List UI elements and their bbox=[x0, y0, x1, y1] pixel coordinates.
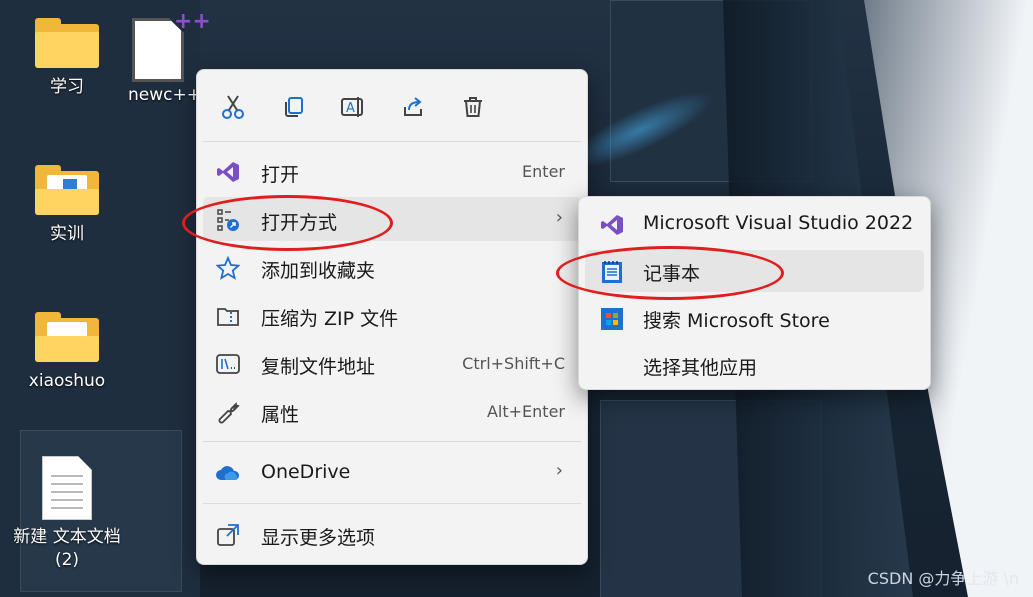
submenu-item-store[interactable]: 搜索 Microsoft Store bbox=[585, 297, 924, 339]
chevron-right-icon: › bbox=[555, 207, 563, 228]
copy-path-icon bbox=[215, 351, 241, 377]
copy-button[interactable] bbox=[276, 90, 310, 124]
context-menu: A 打开 Enter 打开方式 › 添加到收藏夹 压缩为 ZIP 文件 复制文件… bbox=[196, 69, 588, 565]
rename-icon: A bbox=[341, 97, 363, 117]
menu-separator bbox=[203, 141, 581, 142]
menu-item-copy-path[interactable]: 复制文件地址 Ctrl+Shift+C bbox=[203, 341, 581, 385]
menu-item-open-with[interactable]: 打开方式 › bbox=[203, 197, 581, 241]
menu-item-onedrive[interactable]: OneDrive › bbox=[203, 450, 581, 494]
context-menu-toolbar: A bbox=[197, 70, 587, 142]
submenu-item-label: Microsoft Visual Studio 2022 bbox=[643, 212, 914, 234]
menu-item-label: 打开 bbox=[261, 164, 300, 186]
menu-separator bbox=[203, 503, 581, 504]
submenu-item-label: 选择其他应用 bbox=[643, 357, 758, 379]
desktop-icon-folder[interactable]: xiaoshuo bbox=[17, 312, 117, 393]
cut-button[interactable] bbox=[216, 90, 250, 124]
desktop-icon-label: 学习 bbox=[50, 77, 84, 97]
zip-icon bbox=[215, 303, 241, 329]
menu-item-label: 打开方式 bbox=[261, 212, 338, 234]
menu-item-label: 压缩为 ZIP 文件 bbox=[261, 308, 399, 330]
wrench-icon bbox=[215, 399, 241, 425]
store-icon bbox=[599, 306, 625, 332]
folder-icon bbox=[35, 18, 99, 68]
menu-item-shortcut: Alt+Enter bbox=[486, 402, 565, 421]
delete-button[interactable] bbox=[456, 90, 490, 124]
folder-icon bbox=[35, 165, 99, 215]
show-more-icon bbox=[215, 522, 241, 548]
menu-item-label: OneDrive bbox=[261, 461, 351, 483]
menu-item-label: 复制文件地址 bbox=[261, 356, 376, 378]
submenu-item-notepad[interactable]: 记事本 bbox=[585, 250, 924, 292]
copy-icon bbox=[285, 97, 303, 117]
menu-item-label: 属性 bbox=[261, 404, 300, 426]
desktop-icon-label: xiaoshuo bbox=[28, 371, 106, 391]
text-file-icon bbox=[42, 456, 92, 520]
menu-item-label: 添加到收藏夹 bbox=[261, 260, 376, 282]
menu-item-label: 显示更多选项 bbox=[261, 527, 376, 549]
onedrive-icon bbox=[215, 460, 241, 486]
star-icon bbox=[215, 255, 241, 281]
menu-item-shortcut: Ctrl+Shift+C bbox=[462, 354, 565, 373]
desktop-icon-label: 新建 文本文档 (2) bbox=[13, 527, 121, 570]
submenu-item-choose-other-app[interactable]: 选择其他应用 bbox=[585, 344, 924, 386]
watermark-text: CSDN @力争上游 \n bbox=[867, 569, 1019, 588]
submenu-item-visual-studio[interactable]: Microsoft Visual Studio 2022 bbox=[585, 203, 924, 245]
svg-text:A: A bbox=[346, 101, 355, 116]
desktop-icon-label: 实训 bbox=[50, 224, 84, 244]
menu-item-compress-zip[interactable]: 压缩为 ZIP 文件 bbox=[203, 293, 581, 337]
menu-item-show-more[interactable]: 显示更多选项 bbox=[203, 512, 581, 556]
desktop-icon-folder[interactable]: 学习 bbox=[17, 18, 117, 99]
visual-studio-icon bbox=[599, 212, 625, 238]
visual-studio-icon bbox=[215, 159, 241, 185]
desktop-icon-folder[interactable]: 实训 bbox=[17, 165, 117, 246]
rename-button[interactable]: A bbox=[336, 90, 370, 124]
delete-icon bbox=[464, 97, 482, 117]
share-icon bbox=[404, 97, 422, 116]
menu-item-add-favorites[interactable]: 添加到收藏夹 bbox=[203, 245, 581, 289]
folder-icon bbox=[35, 312, 99, 362]
cut-icon bbox=[222, 95, 244, 119]
menu-separator bbox=[203, 441, 581, 442]
chevron-right-icon: › bbox=[555, 460, 563, 481]
notepad-icon bbox=[599, 259, 625, 285]
open-with-submenu: Microsoft Visual Studio 2022 记事本 搜索 Micr… bbox=[578, 196, 931, 390]
open-with-icon bbox=[215, 207, 241, 233]
menu-item-shortcut: Enter bbox=[522, 162, 565, 181]
menu-item-properties[interactable]: 属性 Alt+Enter bbox=[203, 389, 581, 433]
share-button[interactable] bbox=[396, 90, 430, 124]
desktop-icon-text-file[interactable]: 新建 文本文档 (2) bbox=[12, 456, 122, 572]
menu-item-open[interactable]: 打开 Enter bbox=[203, 149, 581, 193]
submenu-item-label: 搜索 Microsoft Store bbox=[643, 310, 830, 332]
submenu-item-label: 记事本 bbox=[643, 263, 701, 285]
